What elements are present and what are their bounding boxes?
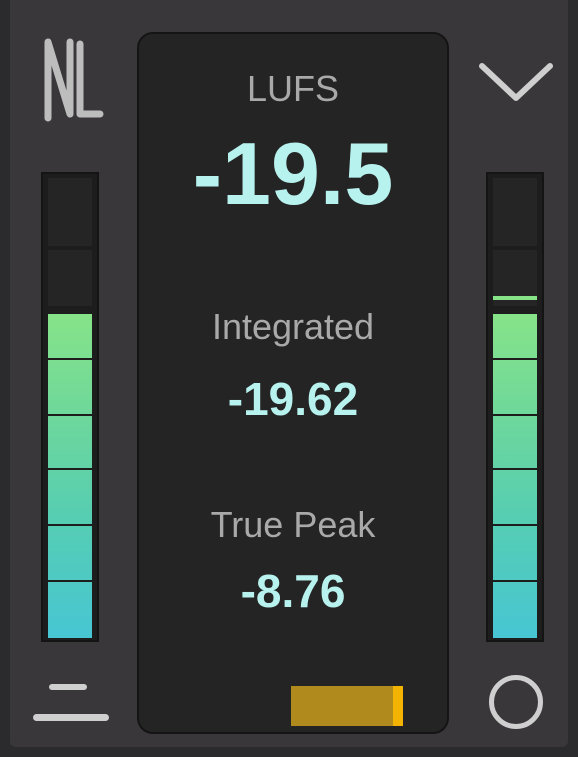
meter-fill: [48, 314, 92, 638]
meter-segment: [48, 250, 92, 306]
chevron-down-icon[interactable]: [478, 62, 554, 104]
integrated-label: Integrated: [211, 306, 375, 347]
menu-lines-icon[interactable]: [33, 684, 109, 724]
meter-segment: [48, 178, 92, 246]
short-term-label: LUFS: [246, 68, 340, 109]
gain-indicator[interactable]: [291, 686, 403, 726]
right-level-meter: [486, 172, 544, 642]
loudness-readout-panel: LUFS -19.5 Integrated -19.62 True Peak -…: [137, 32, 449, 734]
peak-hold-marker: [493, 296, 537, 300]
circle-icon[interactable]: [489, 675, 543, 729]
short-term-value: -19.5: [192, 124, 394, 223]
left-level-meter: [41, 172, 99, 642]
true-peak-value: -8.76: [240, 565, 346, 617]
gain-indicator-cap: [393, 686, 403, 726]
meter-segment: [493, 178, 537, 246]
nl-logo-icon: [44, 38, 104, 122]
integrated-value: -19.62: [227, 373, 359, 425]
meter-fill: [493, 314, 537, 638]
true-peak-label: True Peak: [210, 504, 376, 545]
